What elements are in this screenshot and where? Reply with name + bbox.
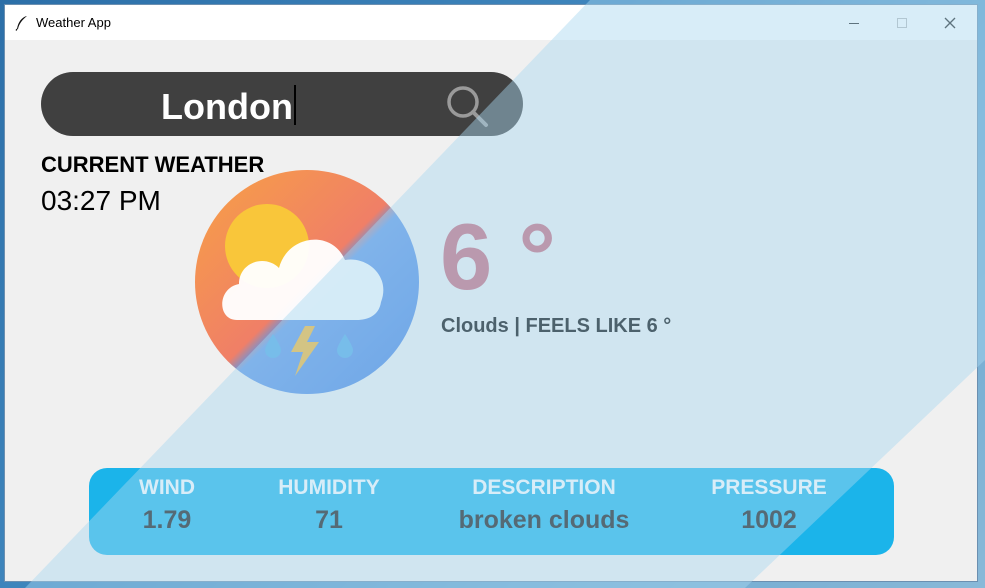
stat-description: DESCRIPTION broken clouds — [439, 468, 649, 555]
maximize-button[interactable] — [879, 5, 925, 40]
temperature-value: 6 ° — [440, 204, 556, 309]
search-input-text: London — [161, 86, 293, 127]
humidity-label: HUMIDITY — [278, 476, 380, 499]
stats-panel: WIND 1.79 HUMIDITY 71 DESCRIPTION broken… — [89, 468, 894, 555]
stat-pressure: PRESSURE 1002 — [699, 468, 839, 555]
stat-wind: WIND 1.79 — [117, 468, 217, 555]
title-bar[interactable]: Weather App — [5, 5, 977, 40]
description-value: broken clouds — [458, 506, 630, 534]
condition-feels-like: Clouds | FEELS LIKE 6 ° — [441, 315, 672, 337]
wind-value: 1.79 — [142, 506, 192, 534]
description-label: DESCRIPTION — [472, 476, 616, 499]
text-caret — [293, 85, 296, 125]
stat-humidity: HUMIDITY 71 — [264, 468, 394, 555]
pressure-value: 1002 — [741, 506, 797, 534]
wind-label: WIND — [139, 476, 195, 499]
weather-app-window: Weather App London CURRENT WEATHER 03:27… — [4, 4, 978, 582]
window-title: Weather App — [36, 15, 111, 30]
close-icon — [944, 17, 956, 28]
cloud-sun-storm-icon — [195, 170, 419, 394]
pressure-label: PRESSURE — [711, 476, 827, 499]
close-button[interactable] — [927, 5, 973, 40]
search-bar[interactable]: London — [41, 72, 523, 136]
current-time: 03:27 PM — [41, 185, 161, 216]
search-icon[interactable] — [445, 84, 489, 128]
minimize-button[interactable] — [831, 5, 877, 40]
feather-icon — [15, 15, 27, 31]
humidity-value: 71 — [315, 506, 343, 534]
minimize-icon — [849, 22, 859, 24]
maximize-icon — [897, 17, 907, 28]
search-input[interactable]: London — [161, 85, 296, 128]
